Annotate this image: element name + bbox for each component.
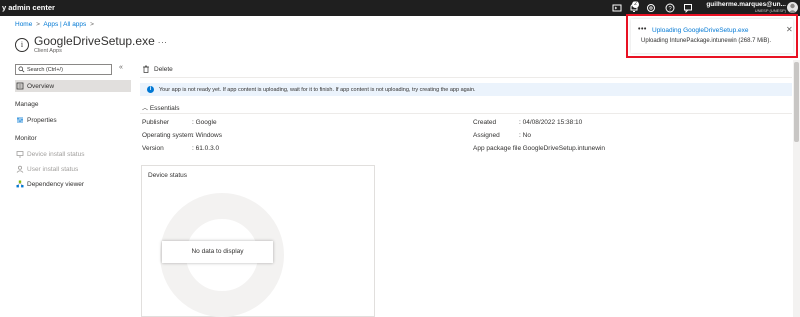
overview-icon (16, 82, 24, 90)
delete-label: Delete (154, 66, 173, 73)
delete-trash-icon (143, 65, 149, 73)
essentials-label-version: Version (142, 145, 164, 152)
essentials-label-assigned: Assigned (473, 132, 500, 139)
essentials-toggle[interactable]: ︿ Essentials (142, 103, 179, 112)
cloud-shell-icon[interactable] (611, 2, 623, 14)
package-file-value: GoogleDriveSetup.intunewin (522, 145, 606, 152)
breadcrumb-home[interactable]: Home (15, 21, 32, 28)
created-value: 04/08/2022 15:38:10 (522, 119, 583, 126)
no-data-message: No data to display (162, 241, 273, 263)
close-icon[interactable]: ✕ (786, 25, 793, 34)
settings-gear-icon[interactable] (645, 2, 657, 14)
breadcrumb-all-apps[interactable]: Apps | All apps (43, 21, 86, 28)
properties-icon (16, 116, 24, 124)
user-avatar[interactable] (787, 2, 798, 13)
sidebar-item-user-install-status[interactable]: User install status (15, 163, 131, 175)
device-status-title: Device status (148, 172, 188, 179)
version-value: 61.0.3.0 (195, 145, 220, 152)
sidebar-item-device-install-status[interactable]: Device install status (15, 148, 131, 160)
help-icon[interactable]: ? (664, 2, 676, 14)
main-scrollbar[interactable] (793, 60, 800, 317)
sidebar-item-label: Dependency viewer (27, 180, 85, 188)
essentials-value-assigned: : No (519, 132, 531, 139)
essentials-value-created: : 04/08/2022 15:38:10 (519, 119, 583, 126)
chevron-up-icon: ︿ (142, 106, 149, 112)
notification-body: ••• Uploading GoogleDriveSetup.exe Uploa… (631, 19, 793, 53)
notification-count-badge: 2 (632, 1, 639, 8)
essentials-label-os: Operating system (142, 132, 193, 139)
notification-message: Uploading IntunePackage.intunewin (268.7… (641, 38, 772, 44)
sidebar-item-label: User install status (27, 165, 79, 173)
page-subtitle: Client Apps (34, 48, 62, 54)
sidebar-item-dependency-viewer[interactable]: Dependency viewer (15, 178, 131, 190)
account-menu[interactable]: guilherme.marques@un... UNESP (UNESP) (690, 1, 786, 13)
info-circle-icon: i (15, 38, 29, 52)
essentials-label-created: Created (473, 119, 497, 126)
sidebar-item-overview[interactable]: Overview (15, 80, 131, 92)
device-status-icon (16, 150, 24, 158)
sidebar-item-label: Device install status (27, 150, 85, 158)
portal-brand[interactable]: y admin center (2, 3, 55, 12)
sidebar-section-manage: Manage (15, 101, 39, 108)
essentials-label-package-file: App package file (473, 145, 522, 152)
breadcrumb-separator: > (36, 21, 40, 28)
sidebar-item-properties[interactable]: Properties (15, 114, 131, 126)
search-placeholder: Search (Ctrl+/) (27, 66, 63, 73)
info-icon: i (147, 86, 154, 93)
sidebar-search-input[interactable]: Search (Ctrl+/) (15, 64, 112, 75)
sidebar-section-monitor: Monitor (15, 135, 37, 142)
essentials-value-version: : 61.0.3.0 (192, 145, 220, 152)
sidebar-item-label: Overview (27, 82, 55, 90)
essentials-value-package-file: : GoogleDriveSetup.intunewin (519, 145, 606, 152)
essentials-value-publisher: : Google (192, 119, 217, 126)
info-message: Your app is not ready yet. If app conten… (159, 86, 476, 93)
essentials-header: Essentials (149, 105, 180, 112)
user-organization: UNESP (UNESP) (754, 8, 786, 13)
device-status-card[interactable]: Device status No data to display (141, 165, 375, 317)
search-icon (18, 66, 25, 73)
os-value: Windows (195, 132, 222, 139)
breadcrumb: Home > Apps | All apps > (15, 21, 96, 28)
page-title: GoogleDriveSetup.exe (34, 34, 155, 48)
essentials-divider (140, 113, 792, 114)
breadcrumb-separator: > (90, 21, 94, 28)
dependency-icon (16, 180, 24, 188)
essentials-label-publisher: Publisher (142, 119, 170, 126)
collapse-sidebar-button[interactable]: « (119, 64, 123, 71)
user-name: guilherme.marques@un... (706, 1, 786, 8)
upload-notification-toast[interactable]: ••• Uploading GoogleDriveSetup.exe Uploa… (626, 14, 798, 58)
essentials-value-os: : Windows (192, 132, 222, 139)
toolbar-divider (140, 77, 792, 78)
notification-title[interactable]: Uploading GoogleDriveSetup.exe (652, 27, 748, 34)
more-options-button[interactable]: ... (158, 36, 168, 45)
progress-dots-icon: ••• (638, 26, 647, 33)
assigned-value: No (522, 132, 531, 139)
publisher-value: Google (195, 119, 217, 126)
sidebar-item-label: Properties (27, 116, 57, 124)
user-status-icon (16, 165, 24, 173)
scrollbar-thumb[interactable] (794, 62, 799, 142)
info-message-bar: i Your app is not ready yet. If app cont… (140, 83, 792, 96)
